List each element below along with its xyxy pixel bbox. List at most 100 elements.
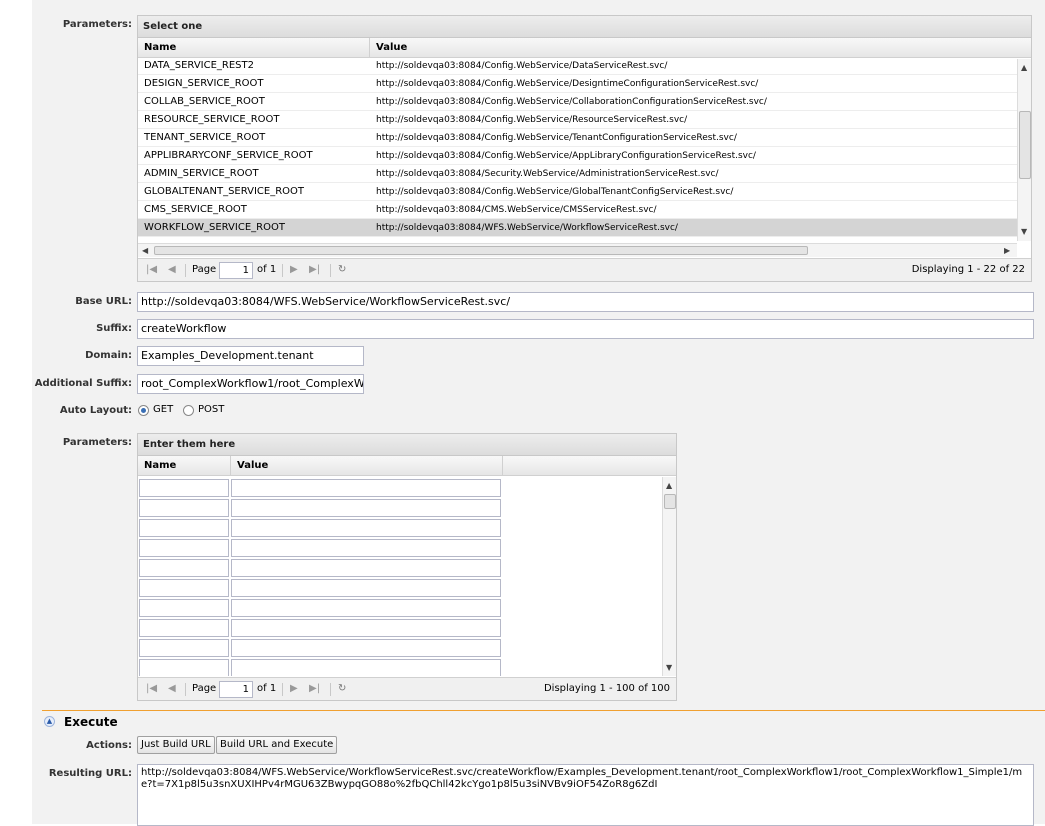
param-name-input[interactable] — [139, 539, 229, 557]
radio-post[interactable] — [183, 405, 194, 416]
param-name-input[interactable] — [139, 599, 229, 617]
table-row[interactable]: DATA_SERVICE_REST2 http://soldevqa03:8084… — [138, 59, 1017, 75]
build-url-and-execute-button[interactable]: Build URL and Execute — [216, 736, 338, 754]
param-name-input[interactable] — [139, 519, 229, 537]
last-page-icon[interactable]: ▶| — [309, 683, 320, 694]
of-pages-label: of 1 — [257, 264, 277, 275]
suffix-input[interactable]: createWorkflow — [137, 319, 1034, 339]
prev-page-icon[interactable]: ◀ — [168, 683, 176, 694]
col-value-header[interactable]: Value — [376, 42, 407, 53]
param-entry-row — [138, 619, 662, 639]
table-row[interactable]: DESIGN_SERVICE_ROOT http://soldevqa03:808… — [138, 75, 1017, 93]
param-name-input[interactable] — [139, 499, 229, 517]
scroll-thumb[interactable] — [1019, 111, 1031, 179]
table-row[interactable]: TENANT_SERVICE_ROOT http://soldevqa03:808… — [138, 129, 1017, 147]
parameters-entry-vscrollbar[interactable]: ▲ ▼ — [662, 477, 676, 676]
param-entry-row — [138, 539, 662, 559]
param-value-input[interactable] — [231, 499, 501, 517]
radio-get-label[interactable]: GET — [153, 404, 173, 415]
scroll-right-icon[interactable]: ▶ — [1004, 246, 1010, 255]
scroll-up-icon[interactable]: ▲ — [666, 481, 672, 490]
param-name-input[interactable] — [139, 559, 229, 577]
parameters-entry-label: Parameters: — [62, 437, 132, 448]
additional-suffix-input[interactable]: root_ComplexWorkflow1/root_ComplexWorkfl — [137, 374, 364, 394]
param-entry-row — [138, 599, 662, 619]
param-value-input[interactable] — [231, 619, 501, 637]
parameters-entry-header: Enter them here — [138, 434, 676, 456]
scroll-down-icon[interactable]: ▼ — [1021, 227, 1027, 236]
param-entry-row — [138, 559, 662, 579]
scroll-left-icon[interactable]: ◀ — [142, 246, 148, 255]
param-name-input[interactable] — [139, 479, 229, 497]
page-input[interactable]: 1 — [219, 681, 253, 698]
of-pages-label: of 1 — [257, 683, 277, 694]
service-grid: Select one Name Value DATA_SERVICE_REST2… — [137, 15, 1032, 282]
prev-page-icon[interactable]: ◀ — [168, 264, 176, 275]
resulting-url-label: Resulting URL: — [48, 768, 132, 779]
param-value-input[interactable] — [231, 479, 501, 497]
next-page-icon[interactable]: ▶ — [290, 264, 298, 275]
page-input[interactable]: 1 — [219, 262, 253, 279]
param-value-input[interactable] — [231, 539, 501, 557]
parameters-entry-column-header: Name Value — [138, 456, 676, 476]
param-entry-row — [138, 479, 662, 499]
param-value-input[interactable] — [231, 519, 501, 537]
base-url-input[interactable]: http://soldevqa03:8084/WFS.WebService/Wo… — [137, 292, 1034, 312]
param-name-input[interactable] — [139, 639, 229, 657]
param-value-input[interactable] — [231, 599, 501, 617]
col-name-header[interactable]: Name — [144, 460, 176, 471]
scroll-up-icon[interactable]: ▲ — [1021, 63, 1027, 72]
parameters-label: Parameters: — [62, 19, 132, 30]
parameters-entry-grid: Enter them here Name Value ▲ ▼ |◀ ◀ Page… — [137, 433, 677, 701]
table-row[interactable]: COLLAB_SERVICE_ROOT http://soldevqa03:808… — [138, 93, 1017, 111]
left-margin — [0, 0, 32, 824]
radio-post-label[interactable]: POST — [198, 404, 224, 415]
scroll-thumb[interactable] — [664, 494, 676, 509]
radio-get[interactable] — [138, 405, 149, 416]
last-page-icon[interactable]: ▶| — [309, 264, 320, 275]
param-name-input[interactable] — [139, 579, 229, 597]
main-form: Parameters: Select one Name Value DATA_S… — [32, 0, 1045, 826]
service-grid-vscrollbar[interactable]: ▲ ▼ — [1017, 59, 1031, 241]
page-label: Page — [192, 264, 217, 275]
table-row[interactable]: ADMIN_SERVICE_ROOT http://soldevqa03:8084… — [138, 165, 1017, 183]
base-url-label: Base URL: — [75, 296, 132, 307]
param-value-input[interactable] — [231, 559, 501, 577]
first-page-icon[interactable]: |◀ — [146, 683, 157, 694]
first-page-icon[interactable]: |◀ — [146, 264, 157, 275]
param-name-input[interactable] — [139, 619, 229, 637]
param-value-input[interactable] — [231, 659, 501, 676]
page-label: Page — [192, 683, 217, 694]
refresh-icon[interactable]: ↻ — [338, 683, 346, 694]
param-entry-row — [138, 499, 662, 519]
param-value-input[interactable] — [231, 639, 501, 657]
table-row[interactable]: CMS_SERVICE_ROOT http://soldevqa03:8084/C… — [138, 201, 1017, 219]
service-grid-paging: |◀ ◀ Page 1 of 1 ▶ ▶| ↻ Displaying 1 - 2… — [138, 258, 1031, 281]
scroll-down-icon[interactable]: ▼ — [666, 663, 672, 672]
execute-title: Execute — [64, 715, 118, 729]
auto-layout-label: Auto Layout: — [59, 405, 132, 416]
param-name-input[interactable] — [139, 659, 229, 676]
just-build-url-button[interactable]: Just Build URL — [137, 736, 215, 754]
col-value-header[interactable]: Value — [237, 460, 268, 471]
parameters-entry-paging: |◀ ◀ Page 1 of 1 ▶ ▶| ↻ Displaying 1 - 1… — [138, 677, 676, 700]
collapse-icon[interactable]: ▲ — [44, 716, 55, 727]
table-row[interactable]: APPLIBRARYCONF_SERVICE_ROOT http://soldev… — [138, 147, 1017, 165]
domain-input[interactable]: Examples_Development.tenant — [137, 346, 364, 366]
displaying-count: Displaying 1 - 22 of 22 — [911, 264, 1025, 275]
service-grid-hscrollbar[interactable]: ◀ ▶ — [138, 243, 1017, 257]
additional-suffix-label: Additional Suffix: — [34, 378, 132, 389]
service-grid-column-header: Name Value — [138, 38, 1031, 58]
refresh-icon[interactable]: ↻ — [338, 264, 346, 275]
hscroll-thumb[interactable] — [154, 246, 808, 255]
table-row-selected[interactable]: WORKFLOW_SERVICE_ROOT http://soldevqa03:8… — [138, 219, 1017, 237]
next-page-icon[interactable]: ▶ — [290, 683, 298, 694]
service-grid-header: Select one — [138, 16, 1031, 38]
table-row[interactable]: RESOURCE_SERVICE_ROOT http://soldevqa03:8… — [138, 111, 1017, 129]
execute-divider — [42, 710, 1045, 711]
resulting-url-textarea[interactable]: http://soldevqa03:8084/WFS.WebService/Wo… — [137, 764, 1034, 826]
param-entry-row — [138, 639, 662, 659]
param-value-input[interactable] — [231, 579, 501, 597]
table-row[interactable]: GLOBALTENANT_SERVICE_ROOT http://soldevqa… — [138, 183, 1017, 201]
col-name-header[interactable]: Name — [144, 42, 176, 53]
